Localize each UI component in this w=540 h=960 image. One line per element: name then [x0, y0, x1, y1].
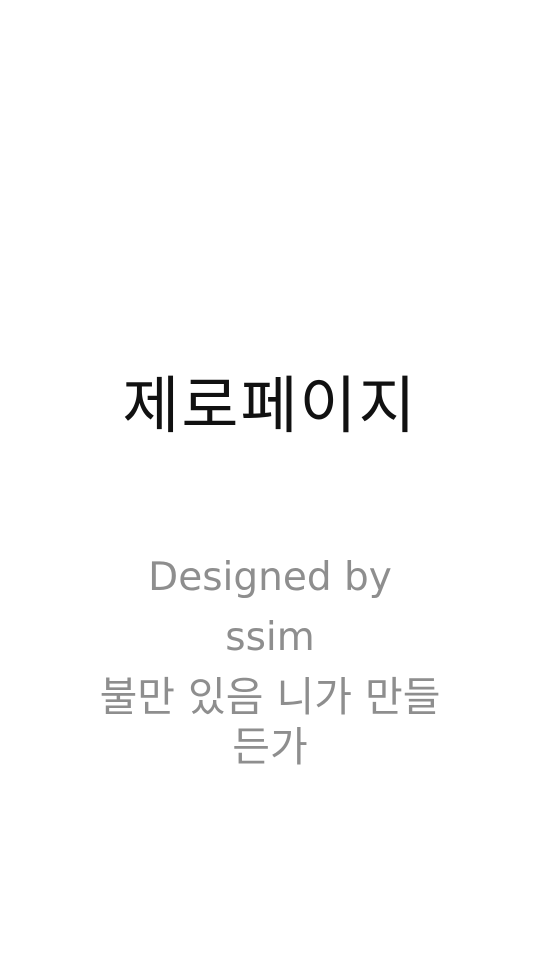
designer-name: ssim: [225, 615, 315, 660]
credits-tagline: 불만 있음 니가 만들든가: [99, 673, 441, 771]
credits-block: Designed by ssim 불만 있음 니가 만들든가: [90, 548, 450, 772]
designed-by-label: Designed by: [148, 555, 392, 600]
splash-screen: 제로페이지 Designed by ssim 불만 있음 니가 만들든가: [0, 0, 540, 960]
app-title: 제로페이지: [122, 369, 418, 442]
